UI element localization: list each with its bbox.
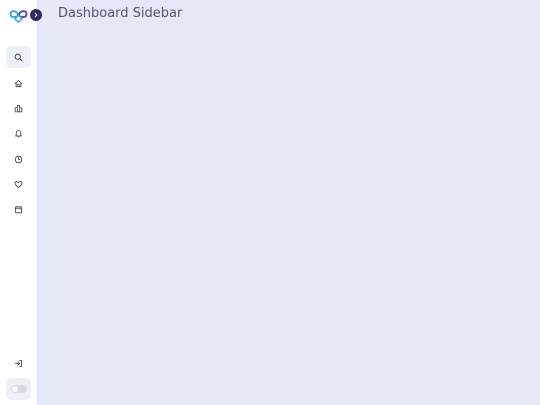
calendar-icon: [14, 205, 23, 213]
clock-icon: [14, 155, 23, 163]
bell-icon: [15, 129, 22, 137]
app-window: Dashboard Sidebar: [0, 0, 540, 405]
logout-button[interactable]: [6, 352, 31, 374]
building-icon: [14, 104, 23, 112]
sidebar-item-favorites[interactable]: [6, 173, 31, 195]
sidebar-item-buildings[interactable]: [6, 97, 31, 119]
logout-icon: [14, 359, 22, 367]
heart-icon: [14, 180, 23, 188]
home-icon: [14, 79, 23, 87]
logo-icon: [9, 7, 28, 23]
sidebar-item-home[interactable]: [6, 72, 31, 94]
sidebar-item-calendar[interactable]: [6, 198, 31, 220]
page-title: Dashboard Sidebar: [58, 6, 183, 21]
sidebar-item-notifications[interactable]: [6, 122, 31, 144]
toggle-track: [10, 385, 27, 393]
theme-toggle[interactable]: [6, 378, 31, 400]
sidebar-item-search[interactable]: [6, 46, 31, 68]
search-icon: [14, 53, 23, 61]
collapse-toggle-button[interactable]: [30, 9, 42, 21]
main-content: Dashboard Sidebar: [37, 0, 540, 405]
toggle-knob: [11, 386, 18, 392]
chevron-right-icon: [34, 12, 38, 18]
sidebar-item-history[interactable]: [6, 148, 31, 170]
sidebar: [0, 0, 42, 405]
